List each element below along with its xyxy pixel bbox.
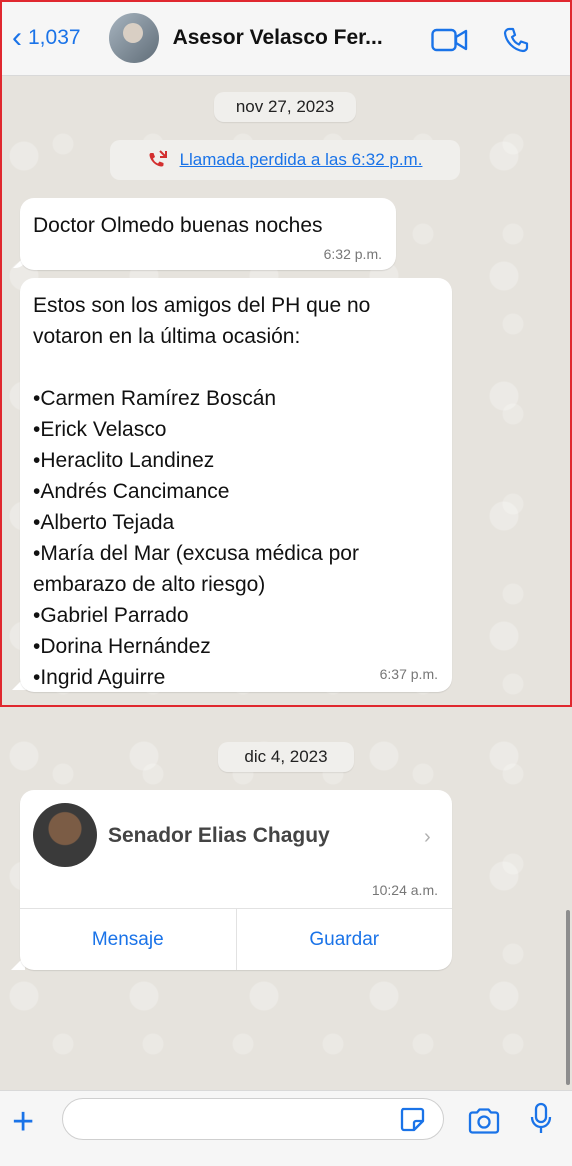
- message-text: Estos son los amigos del PH que no votar…: [33, 290, 370, 693]
- date-separator: dic 4, 2023: [218, 742, 354, 772]
- message-line: •Erick Velasco: [33, 418, 167, 441]
- shared-contact-card[interactable]: Senador Elias Chaguy › 10:24 a.m. Mensaj…: [20, 790, 452, 970]
- message-input[interactable]: [62, 1098, 444, 1140]
- phone-icon[interactable]: [502, 26, 530, 59]
- back-count: 1,037: [28, 25, 81, 49]
- shared-contact-avatar[interactable]: [33, 803, 97, 867]
- message-line: •Dorina Hernández: [33, 635, 211, 658]
- message-line: •Heraclito Landinez: [33, 449, 215, 472]
- message-line: •Carmen Ramírez Boscán: [33, 387, 277, 410]
- message-line: •Ingrid Aguirre: [33, 666, 166, 689]
- date-separator: nov 27, 2023: [214, 92, 356, 122]
- chat-screen: ‹ 1,037 Asesor Velasco Fer... nov 27, 20…: [0, 0, 572, 1166]
- shared-contact-name[interactable]: Senador Elias Chaguy: [108, 824, 330, 848]
- video-camera-icon[interactable]: [431, 28, 469, 57]
- message-line: embarazo de alto riesgo): [33, 573, 266, 596]
- chevron-left-icon: ‹: [12, 20, 22, 54]
- message-time: 10:24 a.m.: [371, 882, 438, 898]
- chevron-right-icon[interactable]: ›: [424, 826, 431, 849]
- message-line: •Gabriel Parrado: [33, 604, 189, 627]
- message-line: [33, 352, 370, 383]
- sticker-icon[interactable]: [398, 1105, 426, 1138]
- message-line: Estos son los amigos del PH que no: [33, 294, 371, 317]
- chat-header: ‹ 1,037 Asesor Velasco Fer...: [0, 0, 572, 76]
- camera-icon[interactable]: [467, 1107, 501, 1140]
- message-time: 6:32 p.m.: [323, 246, 382, 262]
- microphone-icon[interactable]: [529, 1102, 553, 1141]
- contact-name[interactable]: Asesor Velasco Fer...: [173, 26, 383, 50]
- message-line: •María del Mar (excusa médica por: [33, 542, 359, 565]
- message-time: 6:37 p.m.: [379, 666, 438, 682]
- save-contact-button[interactable]: Guardar: [235, 909, 453, 970]
- plus-icon[interactable]: +: [12, 1103, 34, 1141]
- missed-call-label[interactable]: Llamada perdida a las 6:32 p.m.: [180, 150, 423, 170]
- message-bubble[interactable]: Doctor Olmedo buenas noches 6:32 p.m.: [20, 198, 396, 270]
- back-button[interactable]: ‹ 1,037: [12, 20, 81, 54]
- missed-call-icon: [148, 149, 168, 172]
- missed-call-notice[interactable]: Llamada perdida a las 6:32 p.m.: [110, 140, 460, 180]
- message-bubble[interactable]: Estos son los amigos del PH que no votar…: [20, 278, 452, 692]
- message-input-bar: +: [0, 1090, 572, 1166]
- contact-card-actions: Mensaje Guardar: [20, 908, 452, 970]
- scrollbar[interactable]: [566, 910, 570, 1085]
- message-line: •Andrés Cancimance: [33, 480, 230, 503]
- message-line: •Alberto Tejada: [33, 511, 175, 534]
- contact-avatar[interactable]: [108, 12, 159, 63]
- message-contact-button[interactable]: Mensaje: [20, 909, 236, 970]
- message-line: votaron en la última ocasión:: [33, 325, 301, 348]
- message-text: Doctor Olmedo buenas noches: [33, 214, 323, 237]
